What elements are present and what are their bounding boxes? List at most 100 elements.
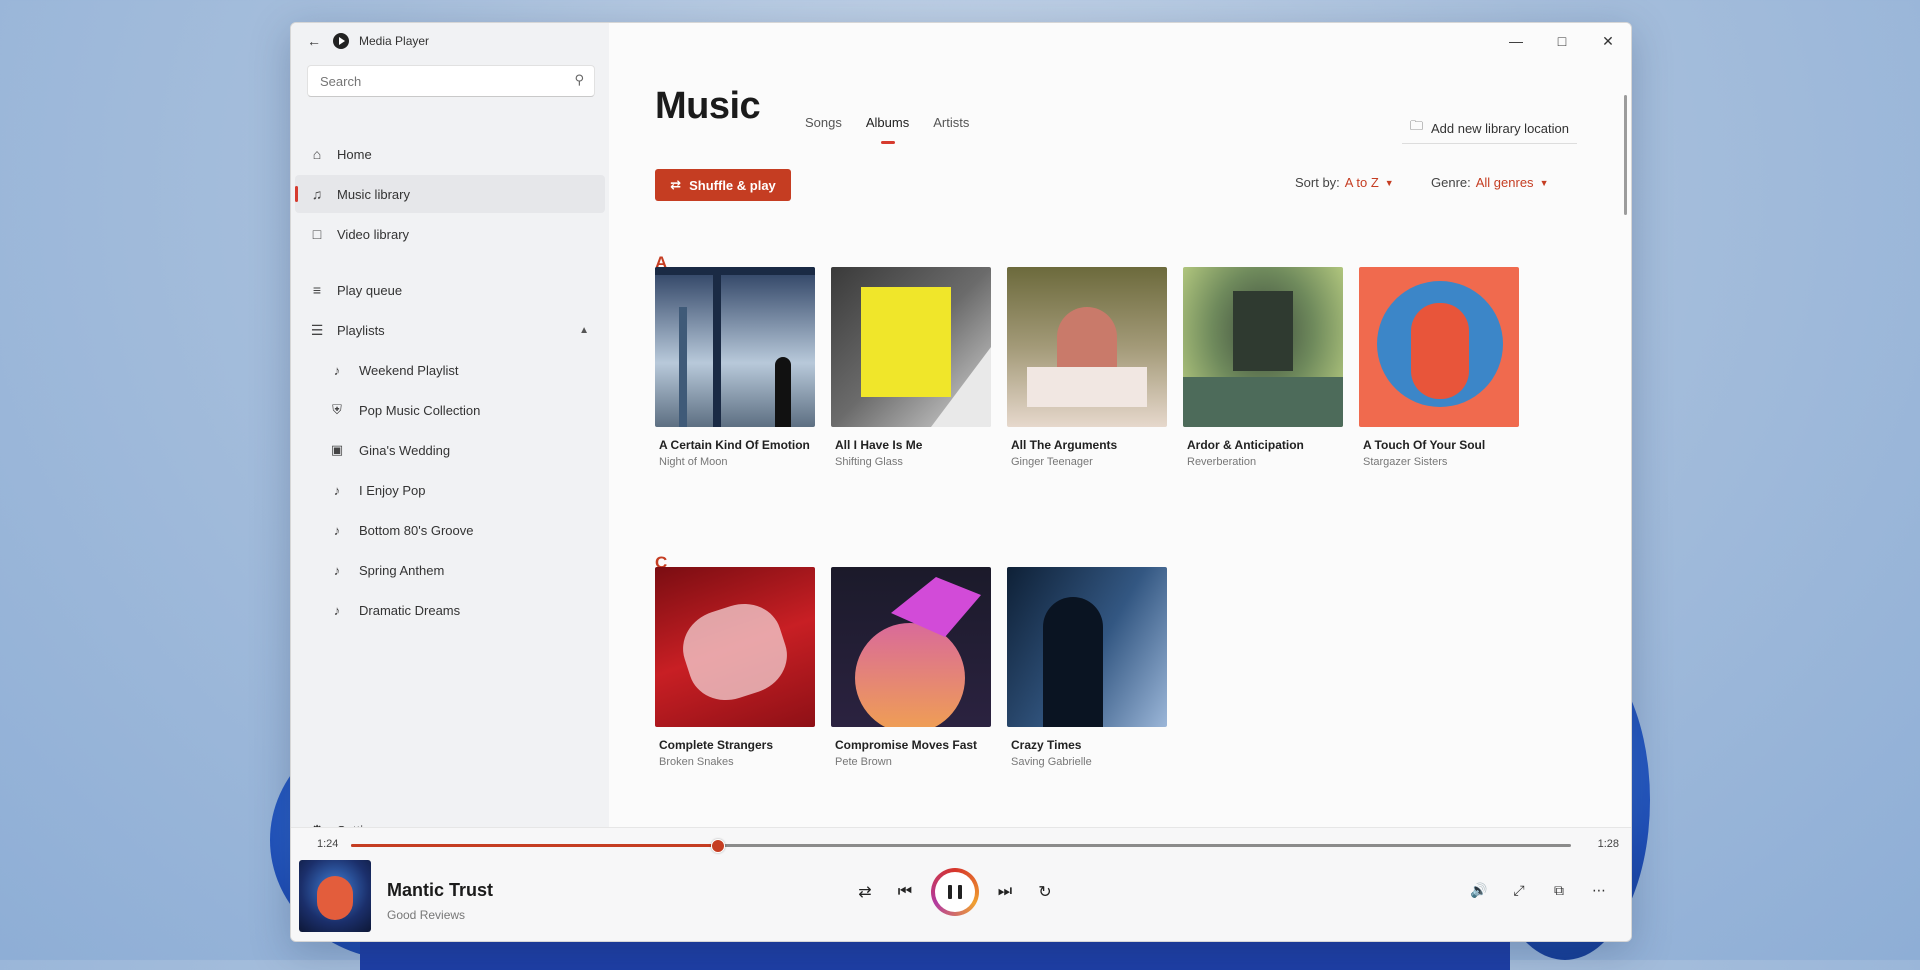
music-note-icon: ♪: [333, 482, 341, 498]
minimize-button[interactable]: —: [1493, 23, 1539, 59]
next-button[interactable]: ⏭: [985, 872, 1025, 912]
home-icon: ⌂: [312, 146, 322, 162]
genre-label: Genre:: [1431, 175, 1471, 190]
playlist-item[interactable]: ♪ Spring Anthem: [327, 551, 605, 589]
more-options-button[interactable]: ⋯: [1579, 872, 1619, 908]
repeat-button[interactable]: ↻: [1025, 872, 1065, 912]
close-icon: ✕: [1602, 32, 1614, 49]
view-tabs: Songs Albums Artists: [805, 115, 993, 144]
add-library-location-button[interactable]: 🗀 Add new library location: [1401, 113, 1577, 144]
album-title: A Certain Kind Of Emotion: [659, 438, 810, 452]
playlist-item[interactable]: ⛨ Pop Music Collection: [327, 391, 605, 429]
playlist-item[interactable]: ▣ Gina's Wedding: [327, 431, 605, 469]
chevron-down-icon: ▼: [1539, 177, 1549, 188]
genre-dropdown[interactable]: Genre: All genres ▼: [1431, 175, 1548, 190]
sidebar-item-label: Video library: [337, 226, 410, 242]
now-playing-artist[interactable]: Good Reviews: [387, 908, 465, 922]
elapsed-time: 1:24: [317, 838, 339, 850]
now-playing-title[interactable]: Mantic Trust: [387, 880, 493, 901]
album-title: Crazy Times: [1011, 738, 1082, 752]
playlist-item[interactable]: ♪ Bottom 80's Groove: [327, 511, 605, 549]
title-bar: ← Media Player: [291, 23, 609, 59]
album-card[interactable]: Complete Strangers Broken Snakes: [655, 567, 817, 768]
album-title: A Touch Of Your Soul: [1363, 438, 1486, 452]
playback-bar: 1:24 1:28 Mantic Trust Good Reviews ⇄ ⏮ …: [291, 827, 1631, 941]
volume-icon: 🔊: [1470, 881, 1488, 898]
shield-icon: ⛨: [332, 402, 342, 417]
playlist-item[interactable]: ♪ Dramatic Dreams: [327, 591, 605, 629]
chevron-up-icon[interactable]: ▲: [579, 325, 589, 336]
add-location-label: Add new library location: [1430, 120, 1569, 136]
album-card[interactable]: Ardor & Anticipation Reverberation: [1183, 267, 1345, 468]
sidebar-item-label: Play queue: [337, 282, 403, 298]
seek-thumb[interactable]: [711, 839, 725, 853]
vertical-scrollbar[interactable]: [1624, 95, 1627, 215]
album-artist: Night of Moon: [659, 456, 728, 468]
playlist-item[interactable]: ♪ I Enjoy Pop: [327, 471, 605, 509]
play-queue-icon: ≡: [312, 282, 322, 298]
sidebar-item-playlists[interactable]: ☰ Playlists ▲: [295, 311, 605, 349]
page-title: Music: [655, 85, 761, 127]
shuffle-button[interactable]: ⇄: [845, 872, 885, 912]
sidebar-item-video-library[interactable]: □ Video library: [295, 215, 605, 253]
search-box: ⚲: [307, 65, 595, 97]
shuffle-label: Shuffle & play: [689, 177, 776, 193]
album-card[interactable]: Crazy Times Saving Gabrielle: [1007, 567, 1169, 768]
tab-albums[interactable]: Albums: [866, 115, 909, 144]
mini-player-icon: ⧉: [1554, 881, 1564, 898]
album-artist: Shifting Glass: [835, 456, 903, 468]
album-card[interactable]: Compromise Moves Fast Pete Brown: [831, 567, 993, 768]
album-artist: Saving Gabrielle: [1011, 756, 1092, 768]
album-card[interactable]: A Certain Kind Of Emotion Night of Moon: [655, 267, 817, 468]
more-icon: ⋯: [1592, 881, 1606, 898]
pause-button[interactable]: [931, 868, 979, 916]
album-art: [1007, 567, 1167, 727]
repeat-icon: ↻: [1038, 884, 1052, 901]
album-art: [1359, 267, 1519, 427]
transport-controls: ⇄ ⏮ ⏭ ↻: [845, 868, 1065, 916]
tab-artists[interactable]: Artists: [933, 115, 969, 139]
playlist-label: Weekend Playlist: [359, 362, 459, 378]
album-card[interactable]: All The Arguments Ginger Teenager: [1007, 267, 1169, 468]
shuffle-icon: ⇄: [670, 177, 682, 192]
tab-songs[interactable]: Songs: [805, 115, 842, 139]
seek-slider[interactable]: [351, 839, 1571, 853]
search-icon[interactable]: ⚲: [574, 72, 584, 88]
fullscreen-button[interactable]: ⤢: [1499, 872, 1539, 908]
sort-value: A to Z: [1344, 175, 1379, 190]
music-note-icon: ♫: [311, 186, 323, 202]
sidebar-item-music-library[interactable]: ♫ Music library: [295, 175, 605, 213]
playlist-label: Dramatic Dreams: [359, 602, 461, 618]
search-input[interactable]: [318, 72, 552, 90]
minimize-icon: —: [1509, 33, 1523, 49]
playlist-label: Spring Anthem: [359, 562, 445, 578]
album-art: [1007, 267, 1167, 427]
album-title: Compromise Moves Fast: [835, 738, 978, 752]
back-button[interactable]: ←: [299, 26, 329, 56]
mini-player-button[interactable]: ⧉: [1539, 872, 1579, 908]
seek-progress: [351, 844, 717, 847]
expand-icon: ⤢: [1513, 881, 1525, 898]
playlist-item[interactable]: ♪ Weekend Playlist: [327, 351, 605, 389]
pause-icon: [935, 872, 975, 912]
shuffle-play-button[interactable]: ⇄ Shuffle & play: [655, 169, 791, 201]
sidebar-item-play-queue[interactable]: ≡ Play queue: [295, 271, 605, 309]
album-card[interactable]: A Touch Of Your Soul Stargazer Sisters: [1359, 267, 1521, 468]
maximize-button[interactable]: □: [1539, 23, 1585, 59]
album-card[interactable]: All I Have Is Me Shifting Glass: [831, 267, 993, 468]
album-art: [655, 567, 815, 727]
volume-button[interactable]: 🔊: [1459, 872, 1499, 908]
previous-button[interactable]: ⏮: [885, 872, 925, 912]
album-title: All I Have Is Me: [835, 438, 923, 452]
sidebar-item-home[interactable]: ⌂ Home: [295, 135, 605, 173]
genre-value: All genres: [1475, 175, 1534, 190]
album-artist: Ginger Teenager: [1011, 456, 1093, 468]
media-player-window: ← Media Player ⚲ ⌂ Home ♫ Music library …: [290, 22, 1632, 942]
playlist-label: Pop Music Collection: [359, 402, 481, 418]
sidebar: ← Media Player ⚲ ⌂ Home ♫ Music library …: [291, 23, 610, 838]
close-button[interactable]: ✕: [1585, 23, 1631, 59]
music-note-icon: ♪: [333, 522, 341, 538]
app-logo-icon: [333, 33, 349, 49]
sort-dropdown[interactable]: Sort by: A to Z ▼: [1295, 175, 1394, 190]
now-playing-art[interactable]: [299, 860, 371, 932]
